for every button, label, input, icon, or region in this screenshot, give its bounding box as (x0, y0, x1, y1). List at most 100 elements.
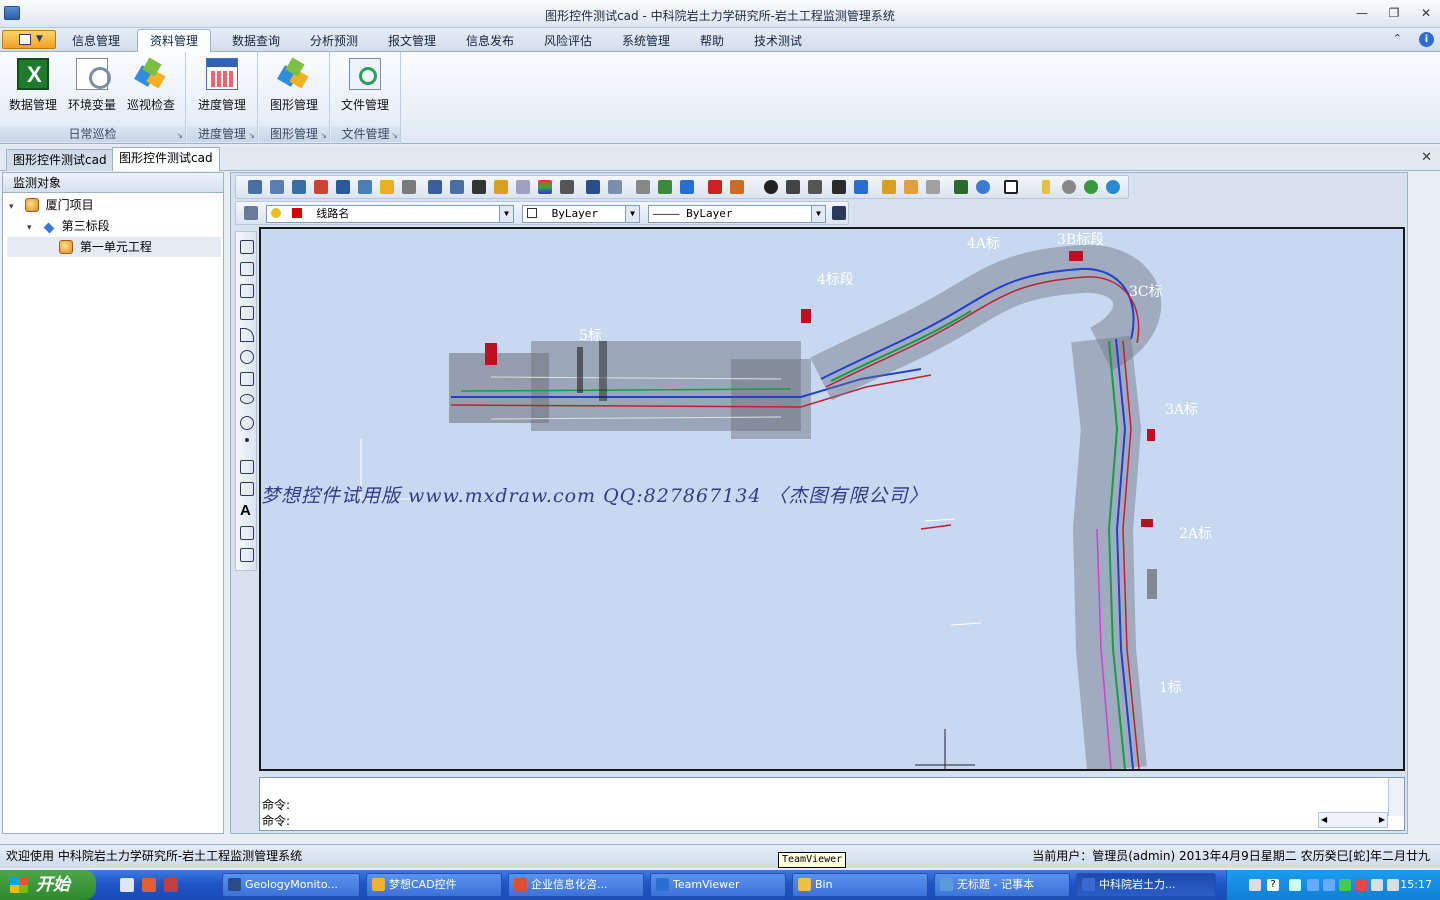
network-icon[interactable] (1323, 879, 1335, 891)
pen-icon[interactable] (494, 180, 508, 194)
tab-help[interactable]: 帮助 (692, 32, 732, 52)
scroll-left-icon[interactable]: ◀ (1321, 815, 1327, 824)
ellipse-icon[interactable] (240, 394, 254, 404)
cloud-icon[interactable] (1062, 180, 1076, 194)
zoom-extents-icon[interactable] (428, 180, 442, 194)
minimize-button[interactable]: — (1352, 5, 1372, 21)
doc-tab-2[interactable]: 图形控件测试cad (112, 147, 220, 171)
light-icon[interactable] (380, 180, 394, 194)
tab-data-management[interactable]: 资料管理 (137, 29, 211, 53)
line-icon[interactable] (240, 240, 254, 254)
help-icon[interactable]: ? (1267, 879, 1279, 891)
list-icon[interactable] (832, 180, 846, 194)
insert-block-icon[interactable] (240, 482, 254, 496)
quicklaunch-icon[interactable] (142, 878, 156, 892)
layer-select[interactable]: 线路名 ▼ (266, 205, 514, 223)
taskbar-item[interactable]: 无标题 - 记事本 (934, 873, 1070, 897)
color-select[interactable]: ByLayer ▼ (522, 205, 640, 223)
print-icon[interactable] (636, 180, 650, 194)
taskbar-item[interactable]: TeamViewer (650, 873, 786, 897)
expand-icon[interactable]: ▾ (9, 197, 21, 217)
expand-icon[interactable]: ▾ (27, 218, 39, 238)
earth-icon[interactable] (976, 180, 990, 194)
polyline-icon[interactable] (240, 262, 254, 276)
close-button[interactable]: ✕ (1416, 5, 1436, 21)
circle-icon[interactable] (240, 350, 254, 364)
taskbar-item[interactable]: Bin (792, 873, 928, 897)
tree-node-project[interactable]: ▾ 厦门项目 (9, 195, 94, 215)
zoom-window-icon[interactable] (248, 180, 262, 194)
tab-info-management[interactable]: 信息管理 (62, 32, 130, 52)
doc-tab-1[interactable]: 图形控件测试cad (6, 149, 114, 171)
bookmark-icon[interactable] (1042, 180, 1050, 194)
frame-icon[interactable] (1004, 180, 1018, 194)
command-window[interactable]: 命令: 命令: ◀ ▶ (259, 777, 1405, 831)
image-export-icon[interactable] (730, 180, 744, 194)
chat-icon[interactable] (1084, 180, 1098, 194)
horizontal-scrollbar[interactable]: ◀ ▶ (1318, 812, 1388, 828)
tool-icon[interactable] (402, 180, 416, 194)
polygon-icon[interactable] (240, 284, 254, 298)
chevron-down-icon[interactable]: ▼ (625, 206, 639, 222)
taskbar-item[interactable]: GeologyMonito... (222, 873, 360, 897)
chevron-down-icon[interactable]: ▼ (499, 206, 513, 222)
scroll-right-icon[interactable]: ▶ (1379, 815, 1385, 824)
zoom-prev-icon[interactable] (450, 180, 464, 194)
tray-expand-icon[interactable] (1289, 879, 1301, 891)
tab-analysis[interactable]: 分析预测 (300, 32, 368, 52)
start-button[interactable]: 开始 (0, 870, 96, 900)
network-icon[interactable] (1307, 879, 1319, 891)
text-icon[interactable]: A (240, 503, 254, 518)
point-icon[interactable] (245, 438, 249, 442)
progress-management-button[interactable]: 进度管理 (193, 56, 251, 112)
command-prompt[interactable]: 命令: (262, 812, 290, 829)
data-management-button[interactable]: 数据管理 (4, 56, 62, 112)
lineweight-icon[interactable] (832, 206, 846, 220)
tab-publish[interactable]: 信息发布 (456, 32, 524, 52)
qq-icon[interactable] (1339, 879, 1351, 891)
globe-icon[interactable] (658, 180, 672, 194)
measure-angle-icon[interactable] (336, 180, 350, 194)
layer-manager-icon[interactable] (244, 206, 258, 220)
tree-node-section[interactable]: ▾ 第三标段 (27, 216, 110, 236)
drawing-canvas[interactable]: 4A标 3B标段 4标段 3C标 5标 3A标 2A标 1标 梦想控件试用版 w… (259, 227, 1405, 771)
show-desktop-icon[interactable] (120, 878, 134, 892)
patrol-check-button[interactable]: 巡视检查 (122, 56, 180, 112)
match-prop-icon[interactable] (560, 180, 574, 194)
dialog-launcher-icon[interactable]: ↘ (248, 131, 255, 140)
tab-tech-test[interactable]: 技术测试 (744, 32, 812, 52)
info-icon[interactable]: i (1419, 32, 1434, 47)
lock-icon[interactable] (926, 180, 940, 194)
zoom-out-icon[interactable] (270, 180, 284, 194)
circle-select-icon[interactable] (764, 180, 778, 194)
tab-system[interactable]: 系统管理 (612, 32, 680, 52)
camera-icon[interactable] (808, 180, 822, 194)
chevron-down-icon[interactable]: ▼ (811, 206, 825, 222)
graphics-management-button[interactable]: 图形管理 (265, 56, 323, 112)
dialog-launcher-icon[interactable]: ↘ (176, 131, 183, 140)
spline-icon[interactable] (240, 372, 254, 386)
pan-icon[interactable] (314, 180, 328, 194)
taskbar-item[interactable]: 梦想CAD控件 (366, 873, 502, 897)
close-document-icon[interactable]: ✕ (1421, 150, 1432, 165)
usb-icon[interactable] (1387, 879, 1399, 891)
taskbar-item-active[interactable]: 中科院岩土力... (1076, 873, 1216, 897)
tools-icon[interactable] (882, 180, 896, 194)
crosshair-icon[interactable] (472, 180, 486, 194)
tree-node-unit[interactable]: 第一单元工程 (7, 237, 221, 257)
tab-risk[interactable]: 风险评估 (534, 32, 602, 52)
clock[interactable]: 15:17 (1400, 878, 1432, 891)
restore-button[interactable]: ❐ (1384, 5, 1404, 21)
rectangle-icon[interactable] (240, 306, 254, 320)
file-management-button[interactable]: 文件管理 (336, 56, 394, 112)
pdf-icon[interactable] (708, 180, 722, 194)
tab-data-query[interactable]: 数据查询 (222, 32, 290, 52)
app-menu-button[interactable]: ▼ (2, 30, 56, 49)
command-scrollbar[interactable] (1388, 778, 1404, 816)
layers-color-icon[interactable] (538, 180, 552, 194)
taskbar-item[interactable]: 企业信息化咨... (508, 873, 644, 897)
box-icon[interactable] (904, 180, 918, 194)
zoom-realtime-icon[interactable] (358, 180, 372, 194)
table-icon[interactable] (240, 526, 254, 540)
collapse-ribbon-icon[interactable]: ⌃ (1393, 32, 1402, 45)
